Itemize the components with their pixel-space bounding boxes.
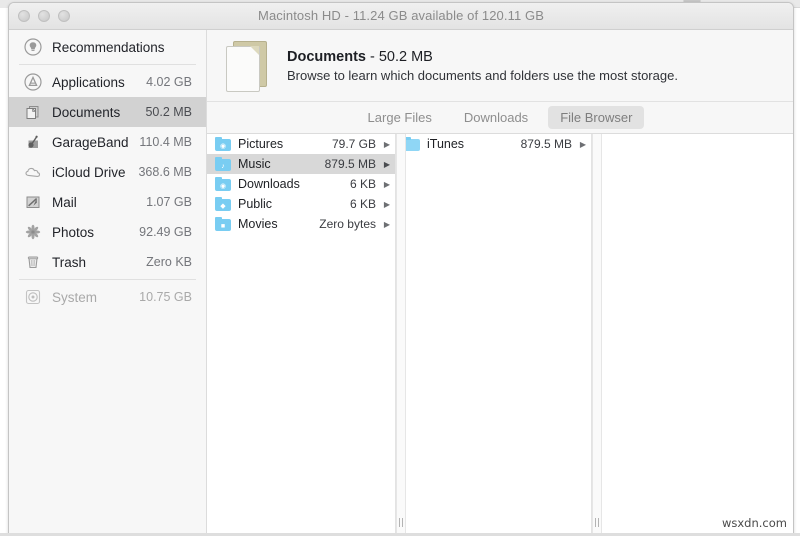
category-header: Documents - 50.2 MB Browse to learn whic… [207, 30, 793, 102]
chevron-right-icon: ▶ [383, 199, 390, 209]
tab-large-files[interactable]: Large Files [356, 106, 444, 129]
app-store-icon [23, 72, 43, 92]
sidebar-item-label: Photos [52, 224, 95, 240]
column-resize-handle[interactable] [594, 518, 600, 527]
chevron-right-icon: ▶ [383, 159, 390, 169]
sidebar-item-size: 10.75 GB [139, 290, 192, 304]
sidebar-item-label: Documents [52, 104, 121, 120]
sidebar-item-size: 368.6 MB [138, 165, 192, 179]
lightbulb-icon [23, 37, 43, 57]
cloud-icon [23, 162, 43, 182]
document-pages-icon [221, 38, 271, 94]
chevron-right-icon: ▶ [579, 139, 586, 149]
file-name: Downloads [238, 177, 300, 191]
chevron-right-icon: ▶ [383, 219, 390, 229]
window-body: Recommendations Applications 4.02 GB Doc… [9, 30, 793, 535]
category-header-text: Documents - 50.2 MB Browse to learn whic… [287, 49, 678, 83]
window-title: Macintosh HD - 11.24 GB available of 120… [258, 8, 544, 23]
list-item[interactable]: iTunes 879.5 MB ▶ [396, 134, 591, 154]
folder-icon [404, 137, 420, 151]
file-name: Pictures [238, 137, 284, 151]
trash-icon [23, 252, 43, 272]
sidebar-item-icloud-drive[interactable]: iCloud Drive 368.6 MB [9, 157, 206, 187]
tab-downloads[interactable]: Downloads [452, 106, 540, 129]
file-name: Music [238, 157, 271, 171]
folder-movies-icon: ■ [215, 217, 231, 231]
browser-column-2: iTunes 879.5 MB ▶ [396, 134, 592, 535]
sidebar-item-trash[interactable]: Trash Zero KB [9, 247, 206, 277]
column-divider-1[interactable] [396, 134, 406, 535]
title-bar[interactable]: Macintosh HD - 11.24 GB available of 120… [9, 3, 793, 30]
folder-public-icon: ◆ [215, 197, 231, 211]
file-size: 879.5 MB [324, 157, 376, 171]
column-resize-handle[interactable] [398, 518, 404, 527]
category-title: Documents [287, 48, 366, 65]
screenshot-root: Macintosh HD - 11.24 GB available of 120… [0, 0, 800, 536]
category-subtitle: Browse to learn which documents and fold… [287, 67, 678, 83]
sidebar-item-size: 92.49 GB [139, 225, 192, 239]
folder-glyph: ■ [220, 223, 226, 230]
folder-music-icon: ♪ [215, 157, 231, 171]
file-size: 79.7 GB [331, 137, 376, 151]
sidebar: Recommendations Applications 4.02 GB Doc… [9, 30, 207, 535]
folder-glyph: ♪ [221, 163, 225, 170]
sidebar-item-size: Zero KB [146, 255, 192, 269]
list-item[interactable]: ■ Movies Zero bytes ▶ [207, 214, 395, 234]
sidebar-item-mail[interactable]: Mail 1.07 GB [9, 187, 206, 217]
tab-bar: Large Files Downloads File Browser [207, 102, 793, 134]
sidebar-separator-bottom [19, 279, 196, 280]
sidebar-item-system: System 10.75 GB [9, 282, 206, 312]
browser-column-3 [592, 134, 793, 535]
column-divider-2[interactable] [592, 134, 602, 535]
sidebar-separator-top [19, 64, 196, 65]
sidebar-item-size: 4.02 GB [146, 75, 192, 89]
file-name: Public [238, 197, 273, 211]
folder-downloads-icon: ◉ [215, 177, 231, 191]
list-item[interactable]: ◉ Downloads 6 KB ▶ [207, 174, 395, 194]
file-size: 6 KB [349, 197, 376, 211]
chevron-right-icon: ▶ [383, 139, 390, 149]
file-size: 6 KB [349, 177, 376, 191]
file-size: Zero bytes [319, 217, 376, 231]
folder-glyph: ◆ [220, 203, 226, 210]
folder-glyph: ◉ [219, 183, 227, 190]
list-item[interactable]: ◉ Pictures 79.7 GB ▶ [207, 134, 395, 154]
storage-management-window: Macintosh HD - 11.24 GB available of 120… [8, 2, 794, 536]
content-pane: Documents - 50.2 MB Browse to learn whic… [207, 30, 793, 535]
sidebar-item-label: System [52, 289, 98, 305]
file-browser-columns: ◉ Pictures 79.7 GB ▶ ♪ Music 879.5 MB ▶ … [207, 134, 793, 535]
folder-glyph: ◉ [219, 143, 227, 150]
watermark: wsxdn.com [721, 516, 787, 530]
sidebar-item-label: Recommendations [52, 39, 165, 55]
sidebar-item-label: iCloud Drive [52, 164, 126, 180]
list-item[interactable]: ♪ Music 879.5 MB ▶ [207, 154, 395, 174]
sidebar-item-label: Trash [52, 254, 87, 270]
file-name: iTunes [427, 137, 465, 151]
sidebar-item-label: Mail [52, 194, 77, 210]
folder-pictures-icon: ◉ [215, 137, 231, 151]
chevron-right-icon: ▶ [383, 179, 390, 189]
sidebar-item-size: 1.07 GB [146, 195, 192, 209]
list-item[interactable]: ◆ Public 6 KB ▶ [207, 194, 395, 214]
category-size: - 50.2 MB [365, 48, 433, 65]
sidebar-item-size: 50.2 MB [145, 105, 192, 119]
documents-icon [23, 102, 43, 122]
photos-flower-icon [23, 222, 43, 242]
sidebar-item-garageband[interactable]: GarageBand 110.4 MB [9, 127, 206, 157]
file-size: 879.5 MB [520, 137, 572, 151]
browser-column-1: ◉ Pictures 79.7 GB ▶ ♪ Music 879.5 MB ▶ … [207, 134, 396, 535]
sidebar-item-size: 110.4 MB [139, 135, 192, 149]
sidebar-item-documents[interactable]: Documents 50.2 MB [9, 97, 206, 127]
sidebar-item-photos[interactable]: Photos 92.49 GB [9, 217, 206, 247]
mail-stamp-icon [23, 192, 43, 212]
tab-file-browser[interactable]: File Browser [548, 106, 645, 129]
sidebar-item-label: Applications [52, 74, 125, 90]
garageband-icon [23, 132, 43, 152]
sidebar-item-label: GarageBand [52, 134, 129, 150]
sidebar-item-recommendations[interactable]: Recommendations [9, 32, 206, 62]
system-disc-icon [23, 287, 43, 307]
file-name: Movies [238, 217, 278, 231]
sidebar-item-applications[interactable]: Applications 4.02 GB [9, 67, 206, 97]
category-title-line: Documents - 50.2 MB [287, 49, 678, 65]
